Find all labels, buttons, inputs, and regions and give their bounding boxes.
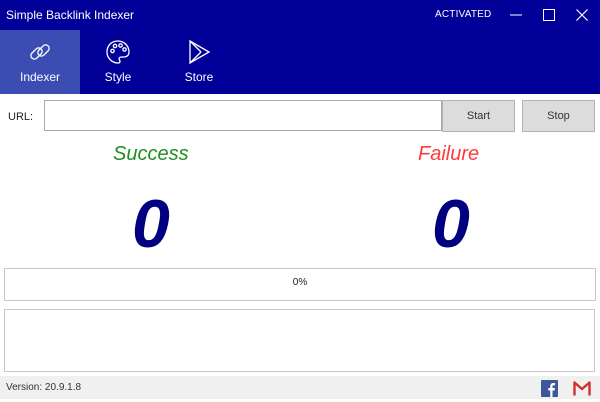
close-icon [576,9,588,21]
failure-label: Failure [418,143,480,165]
app-title: Simple Backlink Indexer [6,8,135,22]
url-label: URL: [8,111,34,123]
link-icon [30,44,50,60]
log-output[interactable] [4,309,595,372]
title-bar: Simple Backlink Indexer ACTIVATED Indexe… [0,0,600,94]
palette-icon [106,40,130,64]
start-button[interactable]: Start [442,100,515,132]
facebook-icon[interactable] [541,380,558,397]
nav-indexer[interactable]: Indexer [0,30,80,94]
nav-indexer-label: Indexer [19,70,61,84]
store-play-icon [189,39,211,65]
stop-button[interactable]: Stop [522,100,595,132]
minimize-icon [510,14,522,16]
nav-store[interactable]: Store [159,30,239,94]
close-button[interactable] [566,2,598,28]
progress-text: 0% [292,277,308,288]
success-count: 0 [132,186,170,262]
maximize-icon [543,9,555,21]
maximize-button[interactable] [533,2,565,28]
url-input[interactable] [44,100,442,131]
nav-style-label: Style [104,70,132,84]
gmail-icon[interactable] [573,380,591,397]
version-label: Version: 20.9.1.8 [6,382,82,393]
minimize-button[interactable] [500,2,532,28]
status-bar: Version: 20.9.1.8 [0,376,600,399]
nav-store-label: Store [184,70,214,84]
failure-count: 0 [432,186,470,262]
nav-style[interactable]: Style [78,30,158,94]
progress-bar: 0% [4,268,596,301]
success-label: Success [113,143,189,165]
activation-status: ACTIVATED [435,9,492,20]
